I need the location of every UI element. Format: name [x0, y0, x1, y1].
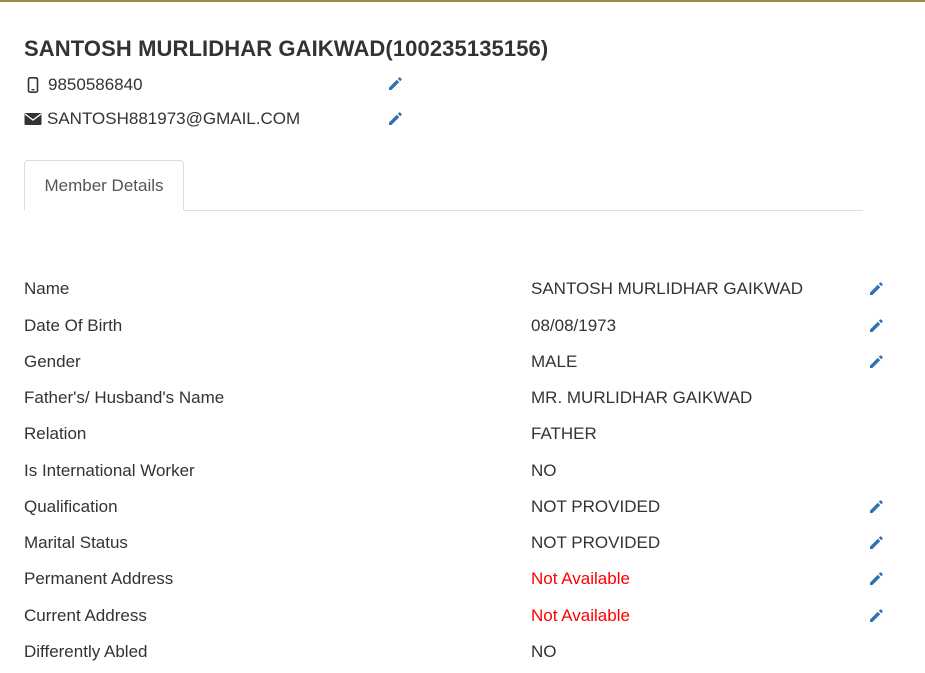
- detail-label: Current Address: [24, 606, 147, 625]
- edit-name-pencil-icon[interactable]: [867, 280, 885, 298]
- detail-value: SANTOSH MURLIDHAR GAIKWAD: [531, 279, 804, 298]
- detail-row-international-worker: Is International Worker NO: [24, 461, 894, 485]
- edit-qualification-pencil-icon[interactable]: [867, 498, 885, 516]
- detail-value-not-available: Not Available: [531, 606, 630, 625]
- detail-value: 08/08/1973: [531, 316, 617, 335]
- mobile-phone-icon: [24, 76, 42, 94]
- detail-label: Name: [24, 279, 70, 298]
- detail-row-relation: Relation FATHER: [24, 424, 894, 448]
- detail-value: NOT PROVIDED: [531, 533, 661, 552]
- detail-label: Is International Worker: [24, 461, 195, 480]
- detail-row-name: Name SANTOSH MURLIDHAR GAIKWAD: [24, 279, 894, 303]
- detail-value: MALE: [531, 352, 578, 371]
- detail-row-permanent-address: Permanent Address Not Available: [24, 569, 894, 593]
- tab-member-details[interactable]: Member Details: [24, 160, 184, 211]
- detail-row-date-of-birth: Date Of Birth 08/08/1973: [24, 316, 894, 340]
- detail-value: NO: [531, 642, 557, 661]
- edit-phone-pencil-icon[interactable]: [386, 75, 404, 93]
- detail-row-gender: Gender MALE: [24, 352, 894, 376]
- detail-value-not-available: Not Available: [531, 569, 630, 588]
- edit-permanent-address-pencil-icon[interactable]: [867, 570, 885, 588]
- detail-row-differently-abled: Differently Abled NO: [24, 642, 894, 666]
- detail-value: MR. MURLIDHAR GAIKWAD: [531, 388, 753, 407]
- edit-current-address-pencil-icon[interactable]: [867, 607, 885, 625]
- phone-number: 9850586840: [48, 75, 143, 94]
- edit-email-pencil-icon[interactable]: [386, 110, 404, 128]
- edit-gender-pencil-icon[interactable]: [867, 353, 885, 371]
- detail-row-current-address: Current Address Not Available: [24, 606, 894, 630]
- detail-label: Gender: [24, 352, 81, 371]
- detail-row-qualification: Qualification NOT PROVIDED: [24, 497, 894, 521]
- edit-dob-pencil-icon[interactable]: [867, 317, 885, 335]
- detail-row-marital-status: Marital Status NOT PROVIDED: [24, 533, 894, 557]
- detail-value: NOT PROVIDED: [531, 497, 661, 516]
- email-row: SANTOSH881973@GMAIL.COM: [24, 107, 300, 131]
- phone-row: 9850586840: [24, 73, 143, 97]
- detail-label: Differently Abled: [24, 642, 148, 661]
- top-border: [0, 0, 925, 2]
- detail-label: Qualification: [24, 497, 118, 516]
- edit-marital-status-pencil-icon[interactable]: [867, 534, 885, 552]
- detail-label: Marital Status: [24, 533, 128, 552]
- envelope-icon: [24, 110, 42, 128]
- detail-label: Father's/ Husband's Name: [24, 388, 225, 407]
- email-address: SANTOSH881973@GMAIL.COM: [47, 109, 301, 128]
- detail-label: Relation: [24, 424, 87, 443]
- detail-value: NO: [531, 461, 557, 480]
- detail-label: Date Of Birth: [24, 316, 123, 335]
- member-title: SANTOSH MURLIDHAR GAIKWAD(100235135156): [24, 36, 549, 61]
- detail-label: Permanent Address: [24, 569, 174, 588]
- detail-row-father-husband-name: Father's/ Husband's Name MR. MURLIDHAR G…: [24, 388, 894, 412]
- detail-value: FATHER: [531, 424, 597, 443]
